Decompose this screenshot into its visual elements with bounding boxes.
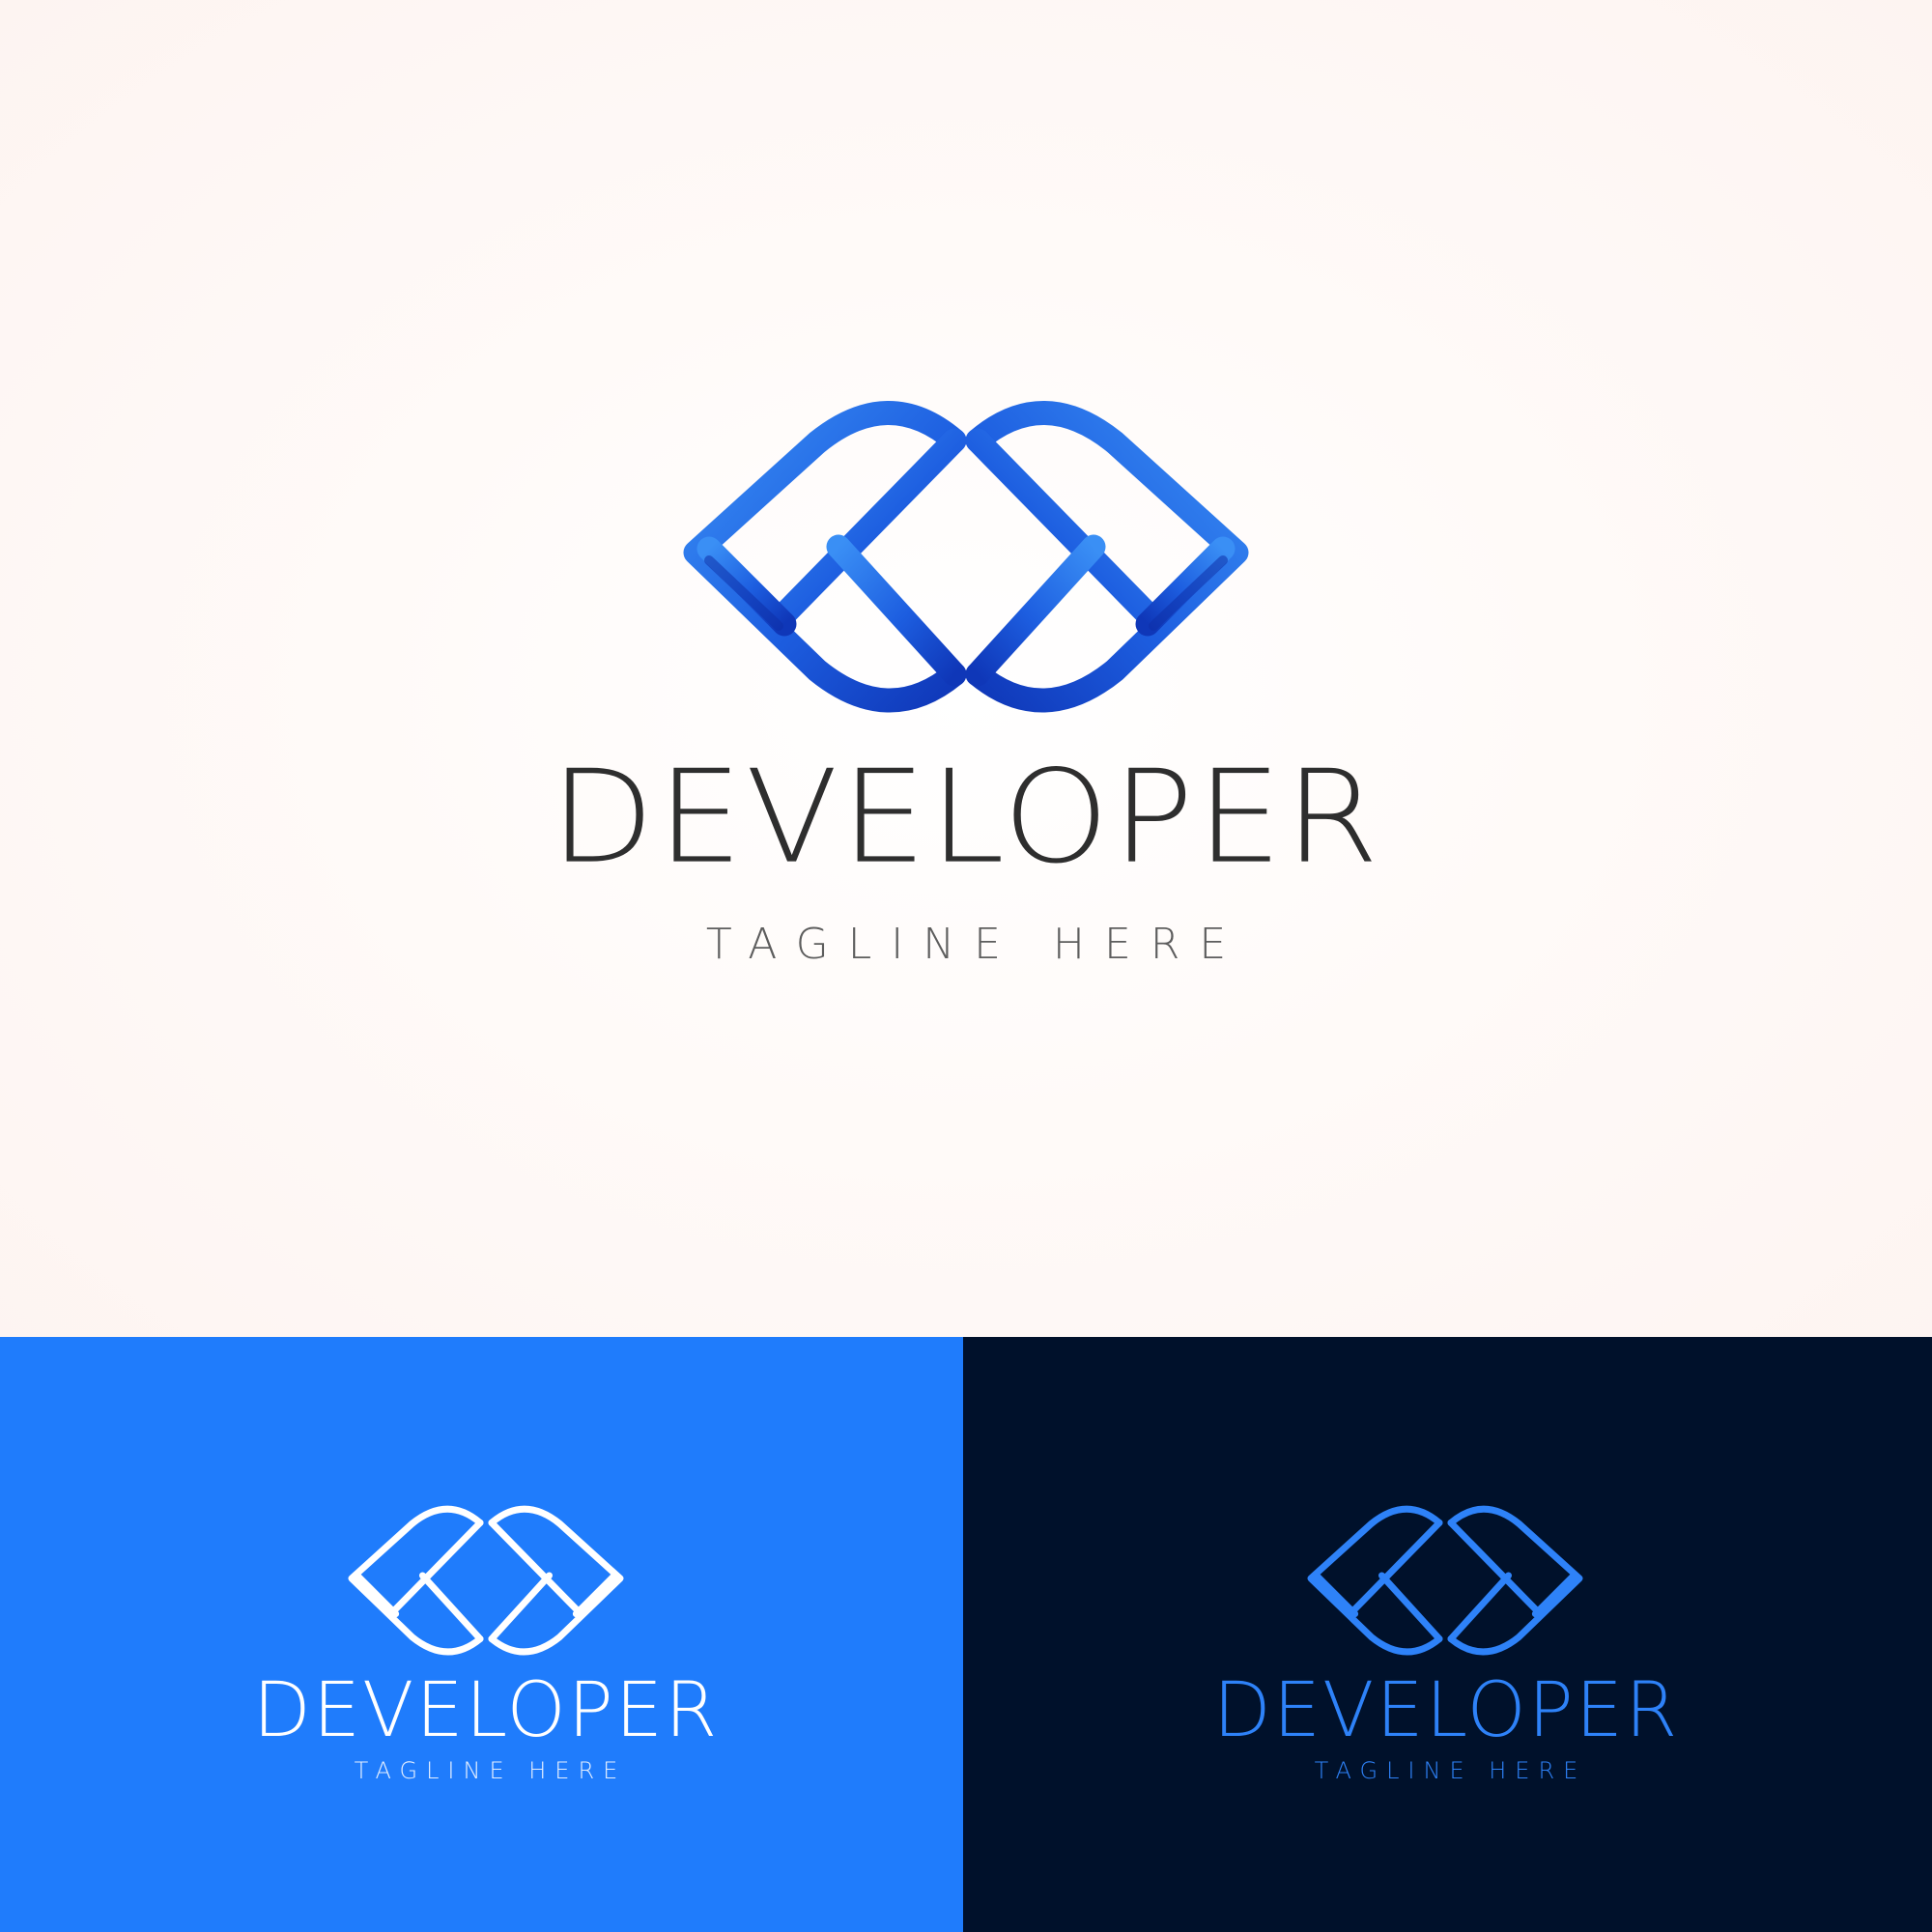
brand-wordmark: DEVELOPER	[550, 743, 1382, 893]
brand-tagline-blue: TAGLINE HERE	[354, 1757, 627, 1784]
double-chevron-logo-icon	[1307, 1505, 1583, 1656]
brand-wordmark-blue: DEVELOPER	[252, 1667, 720, 1754]
hero-section: DEVELOPER TAGLINE HERE	[0, 0, 1932, 1337]
brand-wordmark-navy: DEVELOPER	[1212, 1667, 1680, 1754]
double-chevron-logo-icon	[348, 1505, 624, 1656]
brand-tagline: TAGLINE HERE	[705, 920, 1246, 969]
brand-tagline-navy: TAGLINE HERE	[1314, 1757, 1587, 1784]
double-chevron-logo-icon	[683, 401, 1249, 713]
